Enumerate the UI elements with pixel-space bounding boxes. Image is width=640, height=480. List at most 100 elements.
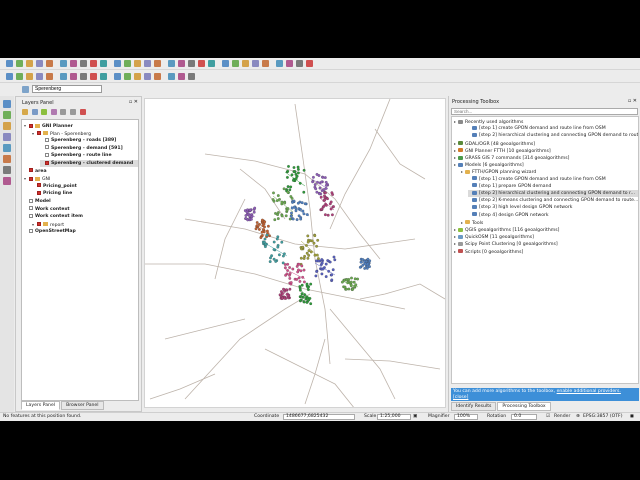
expand-arrow-icon[interactable]: ▾ [32,221,36,228]
remove-layer-icon[interactable] [79,109,86,115]
processing-item[interactable]: ▸ GRASS GIS 7 commands [314 geoalgorithms… [454,154,638,161]
processing-item[interactable]: ▸ GDAL/OGR [48 geoalgorithms] [454,140,638,147]
locator-input[interactable] [32,85,102,93]
label-icon[interactable] [296,60,303,67]
measure-icon[interactable] [262,60,269,67]
visibility-checkbox[interactable] [37,183,41,188]
zoom-next-icon[interactable] [154,60,161,67]
sum-icon[interactable] [252,60,259,67]
processing-item[interactable]: ▸ Scripts [0 geoalgorithms] [454,248,638,255]
annotation-icon[interactable] [286,60,293,67]
manage-visibility-icon[interactable] [41,109,48,115]
scale-select[interactable]: 1:25,000 [377,414,411,420]
copy-icon[interactable] [80,73,87,80]
open-project-icon[interactable] [16,60,23,67]
filter-legend-icon[interactable] [50,109,57,115]
tab-identify-results[interactable]: Identify Results [451,402,497,411]
map-canvas[interactable] [144,98,446,408]
add-spatialite-icon[interactable] [3,133,11,141]
digitize-icon[interactable] [16,73,23,80]
layer-item[interactable]: Pricing_point [32,183,138,190]
layer-item[interactable]: area [24,168,138,175]
save-as-icon[interactable] [36,60,43,67]
add-group-icon[interactable] [31,109,38,115]
layer-item[interactable]: Sperenberg - roads [389] [40,137,138,144]
processing-item[interactable]: [step 4] design GPON network [468,212,638,219]
zoom-selection-icon[interactable] [134,60,141,67]
deselect-icon[interactable] [208,60,215,67]
processing-item[interactable]: [step 1] create GPON demand and route li… [468,125,638,132]
processing-item[interactable]: ▸ FTTH/GPON planning wizard [461,168,638,175]
tab-browser-panel[interactable]: Browser Panel [61,401,104,410]
add-postgis-icon[interactable] [3,122,11,130]
map-tips-icon[interactable] [276,60,283,67]
style-manager-icon[interactable] [60,60,67,67]
gpon-icon[interactable] [188,73,195,80]
crs-globe-icon[interactable]: ⊕ [576,413,580,421]
visibility-checkbox[interactable] [37,131,41,136]
pan-icon[interactable] [70,60,77,67]
visibility-checkbox[interactable] [29,168,33,173]
processing-item[interactable]: [step 1] prepare GPON demand [468,183,638,190]
processing-search-input[interactable] [451,108,638,115]
visibility-checkbox[interactable] [29,198,33,203]
add-wms-icon[interactable] [3,144,11,152]
delete-icon[interactable] [60,73,67,80]
move-feature-icon[interactable] [46,73,53,80]
add-vector-icon[interactable] [3,100,11,108]
open-table-icon[interactable] [222,60,229,67]
cut-icon[interactable] [70,73,77,80]
processing-item[interactable]: [step 1] create GPON demand and route li… [468,176,638,183]
close-info-link[interactable]: [close] [453,395,468,400]
processing-item[interactable]: [step 2] hierarchical clustering and con… [468,132,638,139]
coordinate-field[interactable]: 1486677,6825432 [283,414,355,420]
python-icon[interactable] [178,73,185,80]
open-styling-icon[interactable] [22,109,28,115]
visibility-checkbox[interactable] [29,206,33,211]
render-checkbox-icon[interactable]: ☑ [546,413,550,421]
identify-icon[interactable] [188,60,195,67]
layer-item[interactable]: Work context [24,206,138,213]
redo-icon[interactable] [114,73,121,80]
panel-close-icon[interactable]: ▫ ✕ [628,98,637,104]
refresh-icon[interactable] [178,60,185,67]
layer-item[interactable]: Work context item [24,213,138,220]
processing-item[interactable]: ▸ GNI Planner FTTH [10 geoalgorithms] [454,147,638,154]
save-project-icon[interactable] [26,60,33,67]
processing-item[interactable]: ▸ Models [6 geoalgorithms] [454,161,638,168]
layer-group[interactable]: ▾ report [32,221,138,228]
edit-pencil-icon[interactable] [6,73,13,80]
visibility-checkbox[interactable] [29,228,33,233]
new-project-icon[interactable] [6,60,13,67]
visibility-checkbox[interactable] [37,222,41,227]
lock-icon[interactable]: ▣ [413,413,417,421]
visibility-checkbox[interactable] [37,190,41,195]
print-icon[interactable] [46,60,53,67]
label-pin-icon[interactable] [124,73,131,80]
enable-providers-link[interactable]: enable additional providers. [557,389,621,394]
label-show-icon[interactable] [134,73,141,80]
plugin-icon[interactable] [168,73,175,80]
crs-label[interactable]: EPSG:3857 (OTF) [583,413,623,421]
zoom-in-icon[interactable] [90,60,97,67]
zoom-out-icon[interactable] [100,60,107,67]
add-raster-icon[interactable] [3,111,11,119]
add-wfs-icon[interactable] [3,155,11,163]
processing-item[interactable]: [step 3] high level design GPON network [468,204,638,211]
zoom-last-icon[interactable] [144,60,151,67]
layer-group[interactable]: ▾ Plan - Sperenberg [32,130,138,137]
visibility-checkbox[interactable] [45,137,49,142]
visibility-checkbox[interactable] [45,152,49,157]
processing-item[interactable]: ▸ Recently used algorithms [454,118,638,125]
layer-group[interactable]: ▾ GNI Planner [24,122,138,129]
visibility-checkbox[interactable] [45,160,49,165]
processing-item[interactable]: [step 2] hierarchical clustering and con… [468,190,638,197]
processing-item[interactable]: ▸ QuickOSM [11 geoalgorithms] [454,233,638,240]
paste-icon[interactable] [90,73,97,80]
zoom-layer-icon[interactable] [124,60,131,67]
processing-item[interactable]: ▸ Scipy Point Clustering [0 geoalgorithms… [454,240,638,247]
layer-item[interactable]: Model [24,198,138,205]
help-icon[interactable] [306,60,313,67]
label-rotate-icon[interactable] [154,73,161,80]
new-layer-icon[interactable] [3,177,11,185]
